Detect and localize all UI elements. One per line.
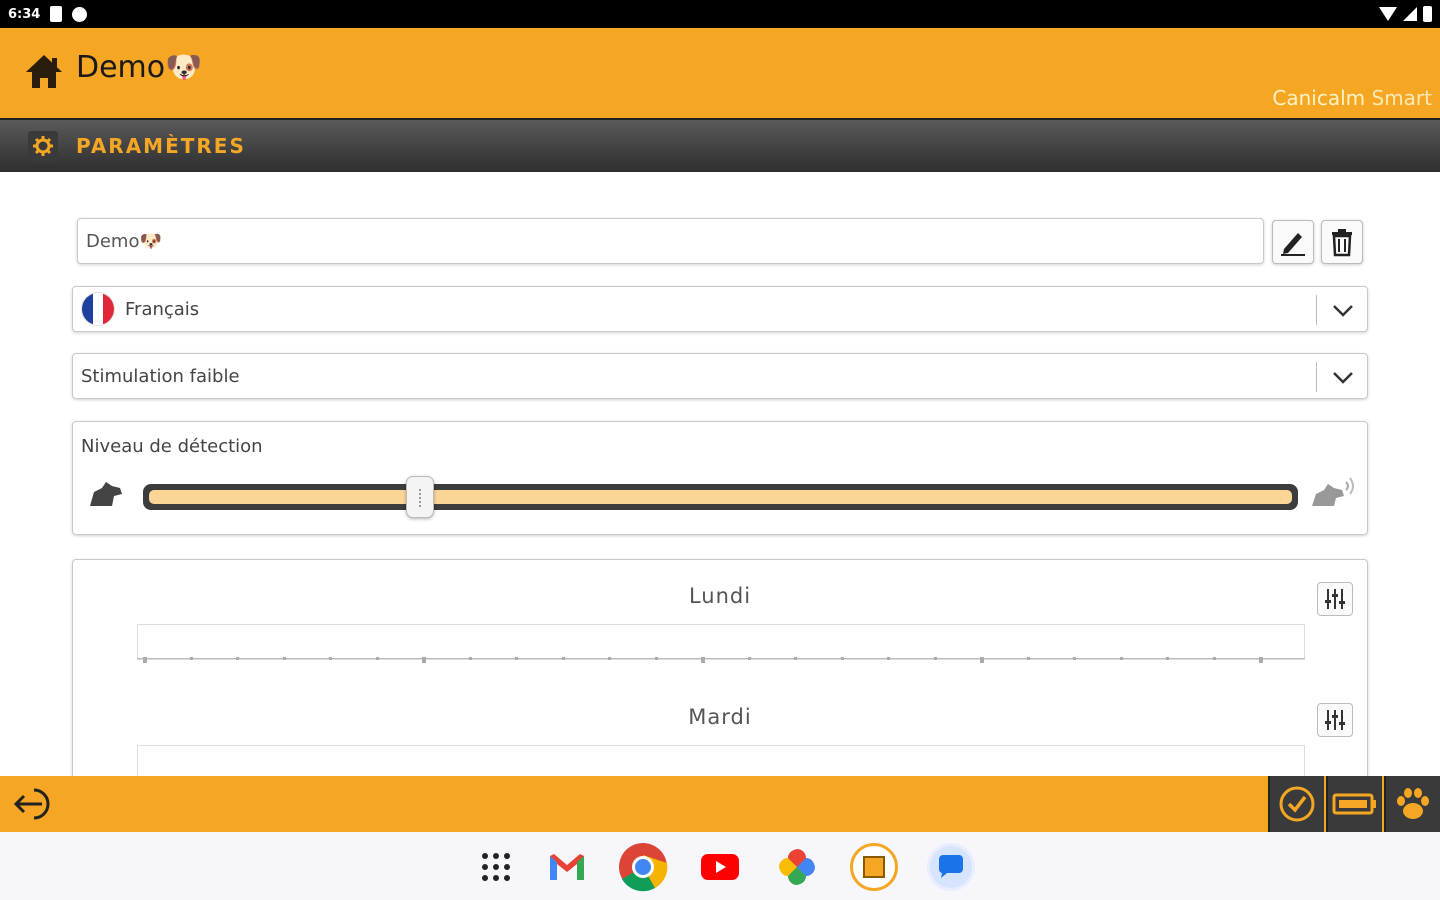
paw-button[interactable]	[1384, 776, 1440, 832]
status-bar: 6:34	[0, 0, 1440, 28]
timeline-tick	[887, 657, 890, 660]
select-divider	[1316, 295, 1317, 325]
timeline-tick	[1119, 657, 1123, 660]
battery-icon	[1332, 793, 1376, 815]
schedule-panel: Lundi Mardi	[72, 559, 1368, 799]
day-axis	[137, 657, 1305, 666]
bottom-toolbar	[0, 776, 1440, 832]
home-icon[interactable]	[24, 52, 64, 92]
timeline-tick	[189, 657, 193, 660]
check-icon	[1279, 786, 1315, 822]
youtube-icon[interactable]	[695, 842, 745, 892]
sliders-icon	[1325, 589, 1345, 609]
detection-slider[interactable]	[143, 484, 1298, 510]
day-title: Lundi	[688, 584, 752, 608]
sliders-icon	[1325, 710, 1345, 730]
select-divider	[1316, 362, 1317, 392]
vpn-icon	[72, 6, 88, 22]
messages-icon[interactable]	[926, 842, 976, 892]
apps-icon[interactable]	[471, 842, 521, 892]
timeline-tick	[282, 657, 286, 660]
device-name-input[interactable]	[77, 218, 1264, 264]
timeline-tick	[375, 657, 379, 660]
timeline-tick	[561, 657, 565, 660]
timeline-tick	[654, 657, 658, 660]
timeline-tick	[236, 657, 239, 660]
dog-barking-icon	[1312, 477, 1354, 506]
timeline-tick	[1212, 657, 1216, 660]
timeline-tick	[329, 657, 332, 660]
day-settings-button[interactable]	[1317, 703, 1353, 737]
exit-icon[interactable]	[12, 786, 62, 822]
timeline-tick	[980, 657, 984, 663]
day-timeline[interactable]	[137, 624, 1305, 660]
detection-label: Niveau de détection	[81, 436, 263, 457]
timeline-tick	[422, 657, 426, 663]
language-value: Français	[125, 298, 200, 320]
battery-status-icon	[1423, 6, 1432, 22]
chevron-down-icon	[1333, 305, 1353, 317]
paw-icon	[1397, 788, 1429, 819]
timeline-tick	[608, 657, 611, 660]
gmail-icon[interactable]	[542, 842, 592, 892]
section-title: PARAMÈTRES	[76, 134, 246, 158]
timeline-tick	[933, 657, 937, 660]
slider-fill	[149, 490, 1292, 504]
validate-button[interactable]	[1268, 776, 1324, 832]
battery-button[interactable]	[1326, 776, 1382, 832]
system-dock	[0, 832, 1440, 900]
signal-icon	[1403, 7, 1417, 21]
chevron-down-icon	[1333, 372, 1353, 384]
timeline-tick	[1073, 657, 1076, 660]
brand-logo: Canicalm Smart	[1272, 86, 1432, 110]
edit-icon	[1281, 233, 1305, 256]
day-title: Mardi	[688, 705, 752, 729]
section-bar: PARAMÈTRES	[0, 118, 1440, 172]
canicalm-icon[interactable]	[849, 842, 899, 892]
timeline-tick	[1259, 657, 1263, 663]
brand-name: Canicalm	[1272, 86, 1366, 110]
timeline-tick	[794, 657, 797, 660]
timeline-tick	[468, 657, 472, 660]
photos-icon[interactable]	[772, 842, 822, 892]
slider-thumb[interactable]	[406, 476, 435, 518]
status-time: 6:34	[8, 6, 41, 22]
detection-panel: Niveau de détection	[72, 421, 1368, 535]
gear-icon	[28, 131, 58, 161]
timeline-tick	[1026, 657, 1030, 660]
chrome-icon[interactable]	[618, 842, 668, 892]
france-flag-icon	[81, 292, 115, 326]
edit-button[interactable]	[1272, 220, 1314, 264]
wifi-icon	[1379, 7, 1397, 21]
timeline-tick	[143, 657, 147, 663]
timeline-tick	[515, 657, 518, 660]
sd-card-icon	[50, 6, 63, 22]
trash-icon	[1332, 229, 1352, 257]
timeline-tick	[840, 657, 844, 660]
brand-suffix: Smart	[1371, 86, 1433, 110]
delete-button[interactable]	[1321, 220, 1363, 264]
timeline-tick	[747, 657, 751, 660]
timeline-tick	[1166, 657, 1169, 660]
app-header: Demo🐶 Canicalm Smart	[0, 28, 1440, 118]
page-title: Demo🐶	[76, 50, 203, 85]
dog-quiet-icon	[90, 482, 122, 506]
stimulation-value: Stimulation faible	[81, 365, 240, 387]
stimulation-select[interactable]: Stimulation faible	[72, 353, 1368, 399]
day-settings-button[interactable]	[1317, 582, 1353, 616]
timeline-tick	[701, 657, 705, 663]
language-select[interactable]: Français	[72, 286, 1368, 332]
